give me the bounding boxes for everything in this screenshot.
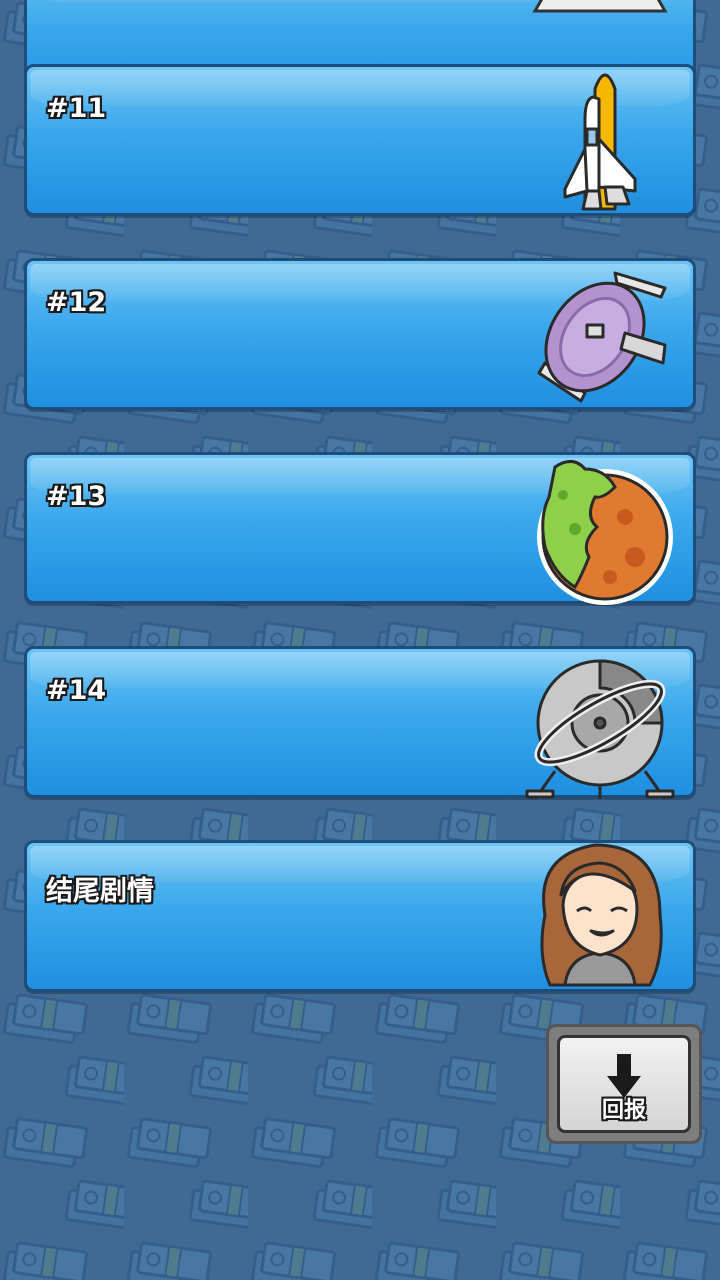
space-shuttle-icon xyxy=(563,73,637,211)
item-card-11[interactable]: #11 xyxy=(24,64,696,216)
ending-story-card[interactable]: 结尾剧情 xyxy=(24,840,696,992)
return-label: 回报 xyxy=(601,1098,646,1123)
item-label: #14 xyxy=(46,675,107,706)
satellite-dish-icon xyxy=(537,271,667,403)
item-card-14[interactable]: #14 xyxy=(24,646,696,800)
terraformed-planet-icon xyxy=(537,460,673,605)
woman-portrait-icon xyxy=(540,843,663,987)
item-card-12[interactable]: #12 xyxy=(24,258,696,410)
item-label: 结尾剧情 xyxy=(46,876,154,907)
item-label: #12 xyxy=(46,287,107,318)
item-label: #11 xyxy=(46,93,107,124)
radio-telescope-icon xyxy=(525,659,675,800)
item-label: #13 xyxy=(46,481,107,512)
item-card-13[interactable]: #13 xyxy=(24,452,696,605)
return-button[interactable]: 回报 xyxy=(546,1024,702,1144)
item-base-icon xyxy=(532,0,668,13)
